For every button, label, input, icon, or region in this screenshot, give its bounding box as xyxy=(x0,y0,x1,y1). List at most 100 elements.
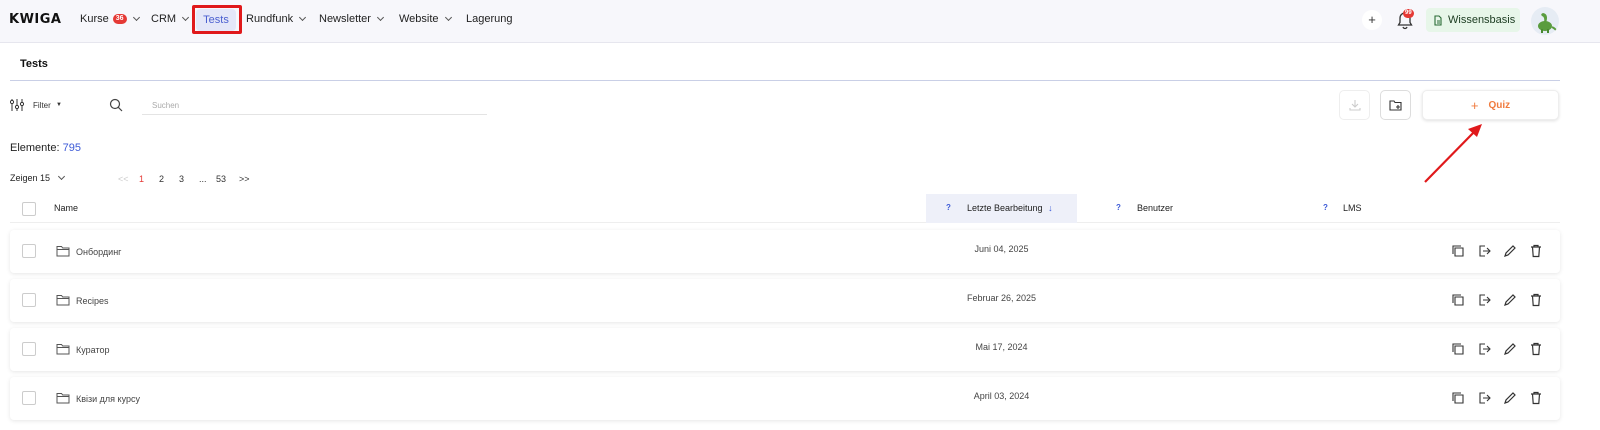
delete-button[interactable] xyxy=(1528,292,1544,308)
table-row[interactable]: Квізи для курсу April 03, 2024 xyxy=(10,377,1560,420)
caret-down-icon: ▼ xyxy=(56,102,62,108)
table-row[interactable]: Recipes Februar 26, 2025 xyxy=(10,279,1560,322)
next-page-button[interactable]: >> xyxy=(239,174,250,184)
nav-kurse[interactable]: Kurse 36 xyxy=(80,13,140,25)
user-avatar[interactable] xyxy=(1531,7,1559,35)
chevron-down-icon xyxy=(376,13,385,22)
move-button[interactable] xyxy=(1476,292,1492,308)
pencil-icon xyxy=(1504,294,1516,306)
move-button[interactable] xyxy=(1476,243,1492,259)
folder-icon xyxy=(56,246,70,257)
delete-button[interactable] xyxy=(1528,243,1544,259)
copy-button[interactable] xyxy=(1450,390,1466,406)
delete-button[interactable] xyxy=(1528,341,1544,357)
edit-button[interactable] xyxy=(1502,390,1518,406)
copy-icon xyxy=(1452,245,1464,257)
table-header: Name ? Letzte Bearbeitung ↓ ? Benutzer ?… xyxy=(10,194,1560,223)
copy-button[interactable] xyxy=(1450,243,1466,259)
nav-website[interactable]: Website xyxy=(399,13,452,25)
add-plus-button[interactable]: + xyxy=(1362,10,1382,30)
row-name[interactable]: Recipes xyxy=(76,296,109,306)
column-header-name[interactable]: Name xyxy=(54,203,78,213)
page-2-button[interactable]: 2 xyxy=(159,174,164,184)
edit-button[interactable] xyxy=(1502,292,1518,308)
kurse-count-badge: 36 xyxy=(112,14,127,24)
row-last-edit-date: April 03, 2024 xyxy=(973,391,1030,401)
chevron-down-icon xyxy=(132,13,140,22)
dinosaur-avatar-icon xyxy=(1538,13,1558,33)
column-header-last-edit[interactable]: Letzte Bearbeitung ↓ xyxy=(967,203,1053,213)
search-icon[interactable] xyxy=(109,98,123,112)
copy-icon xyxy=(1452,343,1464,355)
chevron-down-icon xyxy=(299,13,307,22)
nav-lagerung[interactable]: Lagerung xyxy=(466,13,513,25)
nav-website-label: Website xyxy=(399,13,439,25)
nav-rundfunk[interactable]: Rundfunk xyxy=(246,13,307,25)
move-arrow-icon xyxy=(1479,343,1491,355)
row-name[interactable]: Онбординг xyxy=(76,247,121,257)
row-last-edit-date: Februar 26, 2025 xyxy=(966,293,1037,303)
filter-dropdown[interactable]: Filter xyxy=(33,101,51,110)
pager-ellipsis: ... xyxy=(199,174,207,184)
row-checkbox[interactable] xyxy=(22,293,36,307)
help-icon[interactable]: ? xyxy=(1116,203,1121,212)
help-icon[interactable]: ? xyxy=(1323,203,1328,212)
wissensbasis-button[interactable]: Wissensbasis xyxy=(1426,8,1520,32)
kwiga-logo[interactable]: KWIGA xyxy=(9,12,61,27)
plus-icon: + xyxy=(1470,97,1479,113)
search-input[interactable] xyxy=(142,97,487,115)
pencil-icon xyxy=(1504,392,1516,404)
edit-button[interactable] xyxy=(1502,243,1518,259)
add-folder-button[interactable] xyxy=(1380,90,1411,120)
sort-down-arrow-icon: ↓ xyxy=(1048,203,1053,213)
trash-icon xyxy=(1531,293,1541,307)
row-checkbox[interactable] xyxy=(22,391,36,405)
nav-crm[interactable]: CRM xyxy=(151,13,190,25)
page-size-label: Zeigen 15 xyxy=(10,173,51,183)
page-53-button[interactable]: 53 xyxy=(216,174,226,184)
move-button[interactable] xyxy=(1476,390,1492,406)
delete-button[interactable] xyxy=(1528,390,1544,406)
page-3-button[interactable]: 3 xyxy=(179,174,184,184)
copy-button[interactable] xyxy=(1450,341,1466,357)
trash-icon xyxy=(1531,244,1541,258)
add-quiz-button[interactable]: + Quiz xyxy=(1422,90,1559,120)
download-button[interactable] xyxy=(1339,90,1370,120)
chevron-down-icon xyxy=(182,13,190,22)
edit-button[interactable] xyxy=(1502,341,1518,357)
row-name[interactable]: Куратор xyxy=(76,345,110,355)
move-arrow-icon xyxy=(1479,392,1491,404)
nav-kurse-label: Kurse xyxy=(80,13,109,25)
nav-newsletter[interactable]: Newsletter xyxy=(319,13,385,25)
chevron-down-icon xyxy=(57,172,66,181)
row-checkbox[interactable] xyxy=(22,342,36,356)
select-all-checkbox[interactable] xyxy=(22,202,36,216)
page-1-button[interactable]: 1 xyxy=(139,174,144,184)
elements-count: Elemente: 795 xyxy=(10,142,81,154)
trash-icon xyxy=(1531,391,1541,405)
page-size-select[interactable]: Zeigen 15 xyxy=(10,172,66,183)
quiz-button-label: Quiz xyxy=(1488,99,1511,111)
trash-icon xyxy=(1531,342,1541,356)
help-icon[interactable]: ? xyxy=(946,203,951,212)
nav-tests[interactable]: Tests xyxy=(196,9,236,31)
row-checkbox[interactable] xyxy=(22,244,36,258)
row-last-edit-date: Juni 04, 2025 xyxy=(974,244,1029,254)
page-title: Tests xyxy=(20,58,48,70)
wissensbasis-label: Wissensbasis xyxy=(1448,14,1516,26)
nav-newsletter-label: Newsletter xyxy=(319,13,371,25)
copy-icon xyxy=(1452,392,1464,404)
folder-plus-icon xyxy=(1388,100,1402,111)
move-button[interactable] xyxy=(1476,341,1492,357)
column-header-lms[interactable]: LMS xyxy=(1343,203,1362,213)
table-row[interactable]: Онбординг Juni 04, 2025 xyxy=(10,230,1560,273)
move-arrow-icon xyxy=(1479,294,1491,306)
first-page-button[interactable]: << xyxy=(118,174,129,184)
copy-button[interactable] xyxy=(1450,292,1466,308)
column-header-user[interactable]: Benutzer xyxy=(1137,203,1173,213)
row-last-edit-date: Mai 17, 2024 xyxy=(975,342,1028,352)
filter-sliders-icon[interactable] xyxy=(10,98,24,112)
table-row[interactable]: Куратор Mai 17, 2024 xyxy=(10,328,1560,371)
row-name[interactable]: Квізи для курсу xyxy=(76,394,140,404)
pencil-icon xyxy=(1504,343,1516,355)
